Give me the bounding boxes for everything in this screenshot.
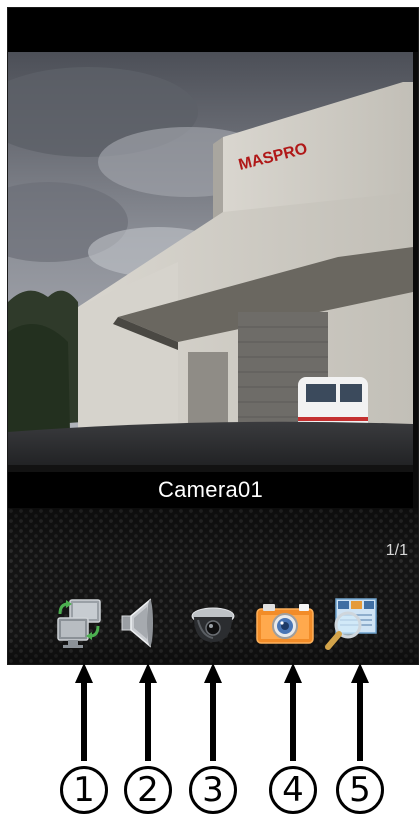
callout-arrow-1: [75, 663, 93, 763]
switch-screens-button[interactable]: [52, 593, 106, 653]
dome-camera-icon: [191, 607, 235, 642]
callout-number-5: 5: [336, 766, 384, 814]
snapshot-button[interactable]: [254, 593, 316, 653]
callout-number-4: 4: [269, 766, 317, 814]
callout-arrow-2: [139, 663, 157, 763]
page-indicator: 1/1: [385, 542, 408, 559]
callout-number-2: 2: [124, 766, 172, 814]
camera-name-label: Camera01: [8, 472, 413, 508]
switch-screens-icon: [57, 599, 101, 648]
snapshot-camera-icon: [256, 604, 314, 644]
callout-arrow-3: [204, 663, 222, 763]
speaker-button[interactable]: [118, 593, 158, 653]
callout-arrow-5: [351, 663, 369, 763]
search-zoom-icon: [325, 598, 377, 650]
search-button[interactable]: [320, 593, 380, 653]
callout-arrow-4: [284, 663, 302, 763]
camera-control-button[interactable]: [190, 593, 236, 653]
speaker-icon: [121, 598, 153, 648]
phone-screen: MASPRO Camera01 1/1: [7, 7, 419, 665]
app-stage: MASPRO Camera01 1/1 1 2 3 4 5: [0, 0, 419, 821]
callout-number-1: 1: [60, 766, 108, 814]
camera-image: MASPRO: [8, 52, 413, 472]
camera-view[interactable]: MASPRO: [8, 52, 413, 472]
callout-number-3: 3: [189, 766, 237, 814]
status-bar: [8, 8, 418, 52]
